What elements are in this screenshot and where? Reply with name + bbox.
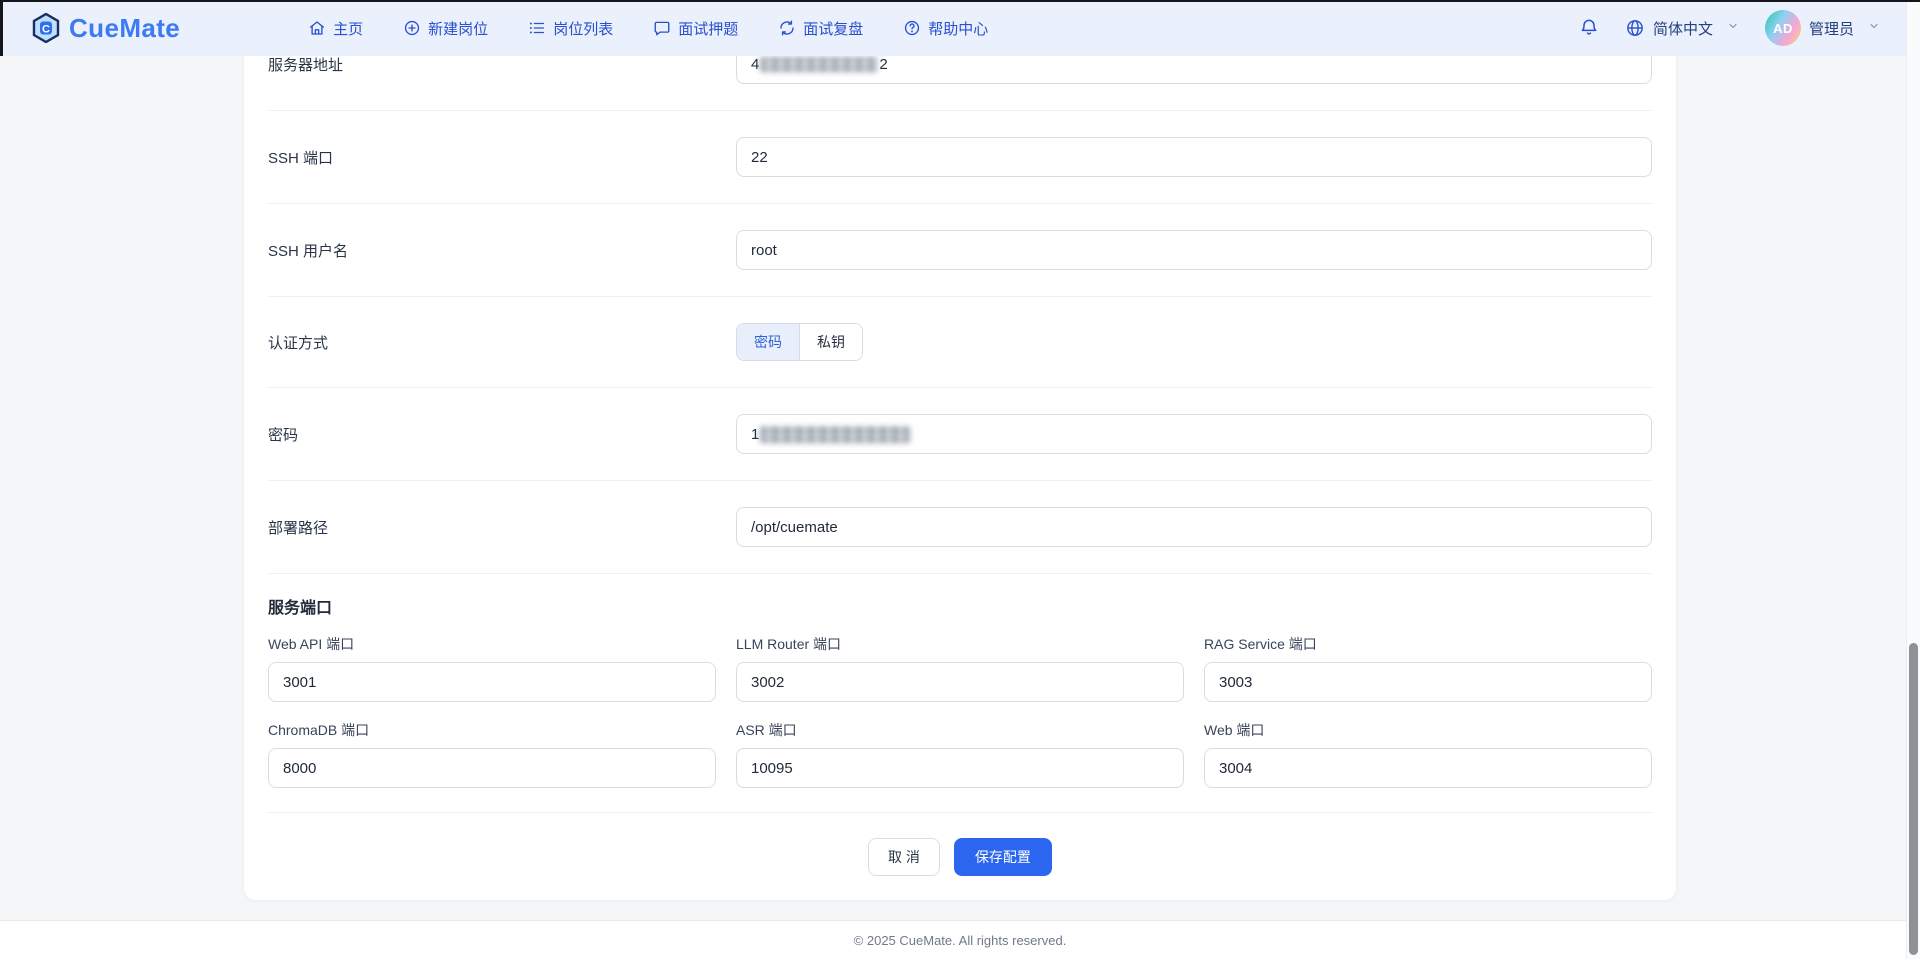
copyright-text: © 2025 CueMate. All rights reserved. bbox=[854, 933, 1067, 948]
nav-item-interview-questions[interactable]: 面试押题 bbox=[653, 18, 738, 39]
auth-method-toggle: 密码 私钥 bbox=[736, 323, 863, 361]
field-label: SSH 端口 bbox=[268, 147, 736, 168]
field-label: RAG Service 端口 bbox=[1204, 634, 1652, 654]
auth-option-private-key[interactable]: 私钥 bbox=[799, 324, 862, 360]
port-field-chromadb: ChromaDB 端口 bbox=[268, 720, 716, 788]
ssh-port-input[interactable] bbox=[736, 137, 1652, 177]
field-label: Web 端口 bbox=[1204, 720, 1652, 740]
chat-icon bbox=[653, 19, 671, 37]
question-circle-icon bbox=[903, 19, 921, 37]
avatar: AD bbox=[1765, 10, 1801, 46]
top-navbar: C CueMate 主页 新建岗位 bbox=[0, 0, 1920, 56]
form-row-ssh-port: SSH 端口 bbox=[268, 111, 1652, 204]
main-nav: 主页 新建岗位 岗位列表 bbox=[308, 18, 988, 39]
field-label: 认证方式 bbox=[268, 332, 736, 353]
service-ports-section: 服务端口 Web API 端口 LLM Router 端口 RAG Servic… bbox=[268, 574, 1652, 813]
brand[interactable]: C CueMate bbox=[32, 13, 180, 44]
password-prefix: 1 bbox=[751, 426, 759, 443]
form-row-server-address: 服务器地址 42 bbox=[268, 56, 1652, 111]
nav-item-label: 面试押题 bbox=[678, 18, 738, 39]
form-row-deploy-path: 部署路径 bbox=[268, 481, 1652, 574]
port-field-rag-service: RAG Service 端口 bbox=[1204, 634, 1652, 702]
ssh-username-input[interactable] bbox=[736, 230, 1652, 270]
form-row-auth-method: 认证方式 密码 私钥 bbox=[268, 297, 1652, 388]
svg-text:C: C bbox=[42, 23, 50, 35]
redacted-value bbox=[760, 426, 910, 443]
field-label: Web API 端口 bbox=[268, 634, 716, 654]
password-input[interactable]: 1 bbox=[736, 414, 1652, 454]
scrollbar-thumb[interactable] bbox=[1909, 643, 1918, 955]
globe-icon bbox=[1625, 18, 1645, 38]
plus-circle-icon bbox=[403, 19, 421, 37]
server-address-suffix: 2 bbox=[879, 56, 887, 73]
field-label: 服务器地址 bbox=[268, 56, 736, 75]
form-row-ssh-username: SSH 用户名 bbox=[268, 204, 1652, 297]
notifications-button[interactable] bbox=[1579, 17, 1599, 40]
nav-item-interview-review[interactable]: 面试复盘 bbox=[778, 18, 863, 39]
nav-item-new-position[interactable]: 新建岗位 bbox=[403, 18, 488, 39]
port-field-llm-router: LLM Router 端口 bbox=[736, 634, 1184, 702]
window-left-edge bbox=[0, 0, 3, 56]
redacted-value bbox=[760, 57, 878, 72]
nav-item-home[interactable]: 主页 bbox=[308, 18, 363, 39]
nav-item-label: 主页 bbox=[333, 18, 363, 39]
port-field-web: Web 端口 bbox=[1204, 720, 1652, 788]
chevron-down-icon bbox=[1868, 19, 1880, 37]
section-title: 服务端口 bbox=[268, 594, 1652, 618]
ports-grid: Web API 端口 LLM Router 端口 RAG Service 端口 … bbox=[268, 634, 1652, 788]
nav-item-position-list[interactable]: 岗位列表 bbox=[528, 18, 613, 39]
form-actions: 取 消 保存配置 bbox=[268, 813, 1652, 900]
language-label: 简体中文 bbox=[1653, 18, 1713, 39]
refresh-icon bbox=[778, 19, 796, 37]
user-menu[interactable]: AD 管理员 bbox=[1765, 10, 1880, 46]
list-icon bbox=[528, 19, 546, 37]
server-address-input[interactable]: 42 bbox=[736, 56, 1652, 84]
deploy-config-card: 服务器地址 42 SSH 端口 SSH 用户名 bbox=[244, 56, 1676, 900]
nav-item-label: 岗位列表 bbox=[553, 18, 613, 39]
web-port-input[interactable] bbox=[1204, 748, 1652, 788]
user-role: 管理员 bbox=[1809, 18, 1854, 39]
form-row-password: 密码 1 bbox=[268, 388, 1652, 481]
nav-item-label: 新建岗位 bbox=[428, 18, 488, 39]
port-field-web-api: Web API 端口 bbox=[268, 634, 716, 702]
vertical-scrollbar[interactable] bbox=[1906, 2, 1920, 959]
port-field-asr: ASR 端口 bbox=[736, 720, 1184, 788]
chevron-down-icon bbox=[1727, 19, 1739, 37]
cancel-button[interactable]: 取 消 bbox=[868, 838, 940, 876]
app-screen: C CueMate 主页 新建岗位 bbox=[0, 0, 1920, 959]
field-label: 密码 bbox=[268, 424, 736, 445]
chromadb-port-input[interactable] bbox=[268, 748, 716, 788]
web-api-port-input[interactable] bbox=[268, 662, 716, 702]
window-top-edge bbox=[0, 0, 1920, 2]
brand-name: CueMate bbox=[69, 13, 180, 44]
cuemate-logo-icon: C bbox=[32, 13, 60, 43]
auth-option-password[interactable]: 密码 bbox=[737, 324, 799, 360]
deploy-path-input[interactable] bbox=[736, 507, 1652, 547]
nav-item-label: 帮助中心 bbox=[928, 18, 988, 39]
home-icon bbox=[308, 19, 326, 37]
field-label: LLM Router 端口 bbox=[736, 634, 1184, 654]
server-address-prefix: 4 bbox=[751, 56, 759, 73]
field-label: ChromaDB 端口 bbox=[268, 720, 716, 740]
asr-port-input[interactable] bbox=[736, 748, 1184, 788]
field-label: ASR 端口 bbox=[736, 720, 1184, 740]
field-label: 部署路径 bbox=[268, 517, 736, 538]
save-config-button[interactable]: 保存配置 bbox=[954, 838, 1052, 876]
field-label: SSH 用户名 bbox=[268, 240, 736, 261]
page-footer: © 2025 CueMate. All rights reserved. bbox=[0, 920, 1920, 959]
header-right: 简体中文 AD 管理员 bbox=[1579, 10, 1880, 46]
main-content: 服务器地址 42 SSH 端口 SSH 用户名 bbox=[0, 56, 1920, 920]
language-selector[interactable]: 简体中文 bbox=[1625, 18, 1739, 39]
llm-router-port-input[interactable] bbox=[736, 662, 1184, 702]
nav-item-label: 面试复盘 bbox=[803, 18, 863, 39]
bell-icon bbox=[1579, 17, 1599, 40]
rag-service-port-input[interactable] bbox=[1204, 662, 1652, 702]
nav-item-help-center[interactable]: 帮助中心 bbox=[903, 18, 988, 39]
